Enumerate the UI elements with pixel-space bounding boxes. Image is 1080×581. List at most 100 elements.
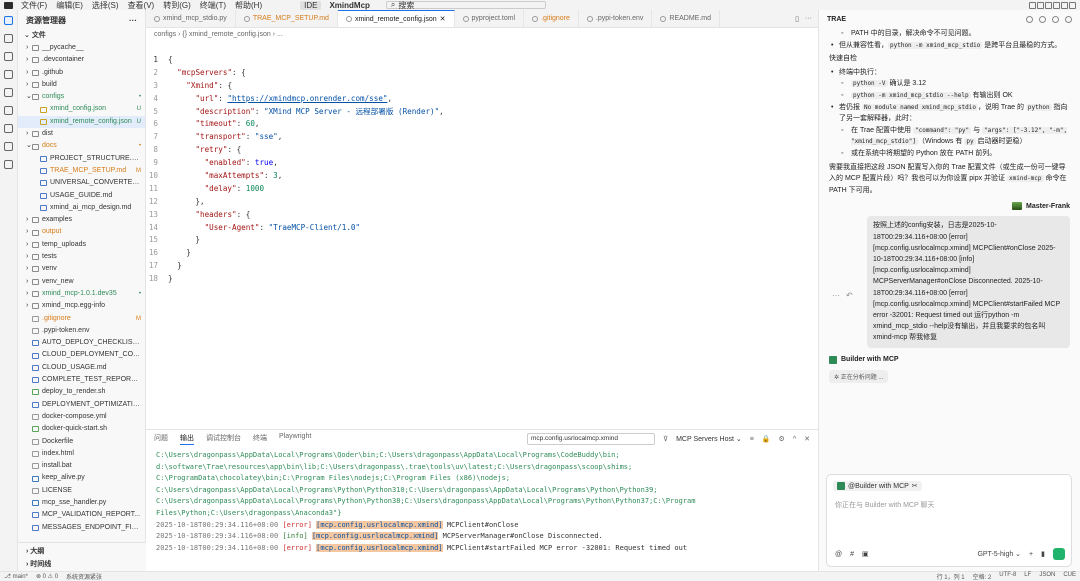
- tree-item[interactable]: docker-quick-start.sh: [18, 423, 145, 435]
- close-tab-icon[interactable]: ✕: [440, 15, 446, 23]
- filter-icon[interactable]: ⊽: [663, 435, 668, 443]
- close-chat-icon[interactable]: [1065, 15, 1072, 23]
- menu-item[interactable]: 编辑(E): [56, 0, 83, 11]
- panel-tab[interactable]: 调试控制台: [206, 433, 241, 445]
- tree-item[interactable]: › .github: [18, 67, 145, 79]
- tree-item[interactable]: .gitignore M: [18, 313, 145, 325]
- output-filter-input[interactable]: mcp.config.usrlocalmcp.xmind: [526, 433, 655, 445]
- tree-item[interactable]: DEPLOYMENT_OPTIMIZATIO...: [18, 399, 145, 411]
- menu-item[interactable]: 文件(F): [21, 0, 47, 11]
- tree-item[interactable]: TRAE_MCP_SETUP.md M: [18, 165, 145, 177]
- settings-icon[interactable]: ⚙: [779, 435, 785, 443]
- new-chat-icon[interactable]: [1026, 15, 1033, 23]
- tree-item[interactable]: MESSAGES_ENDPOINT_FIX...: [18, 522, 145, 534]
- code-editor[interactable]: 1{2 "mcpServers": {3 "Xmind": {4 "url": …: [146, 54, 818, 434]
- close-button[interactable]: [1069, 1, 1076, 9]
- minimize-button[interactable]: [1053, 1, 1060, 9]
- line-ending[interactable]: LF: [1024, 572, 1031, 581]
- extensions-icon[interactable]: [4, 142, 13, 151]
- tree-item[interactable]: xmind_config.json U: [18, 103, 145, 115]
- tree-item[interactable]: mcp_sse_handler.py: [18, 497, 145, 509]
- image-icon[interactable]: ▣: [862, 550, 869, 558]
- mic-icon[interactable]: ▮: [1041, 550, 1045, 558]
- maximize-button[interactable]: [1061, 1, 1068, 9]
- remote-icon[interactable]: [4, 88, 13, 97]
- test-icon[interactable]: [4, 160, 13, 169]
- chat-input[interactable]: 你正在与 Builder with MCP 聊天: [835, 500, 1063, 510]
- close-panel-icon[interactable]: ✕: [804, 435, 810, 443]
- editor-tab[interactable]: .pypi-token.env: [579, 10, 653, 27]
- tree-item[interactable]: xmind_remote_config.json U: [18, 115, 145, 129]
- files-section[interactable]: ⌄ 文件: [18, 30, 145, 42]
- problems-indicator[interactable]: ⊗ 0 ⚠ 0: [36, 573, 58, 580]
- source-control-icon[interactable]: [4, 52, 13, 61]
- tree-item[interactable]: › build: [18, 79, 145, 91]
- editor-tab[interactable]: README.md: [652, 10, 721, 27]
- encoding[interactable]: UTF-8: [999, 572, 1016, 581]
- editor-tab[interactable]: pyproject.toml: [455, 10, 525, 27]
- tree-item[interactable]: › xmind_mcp.egg-info: [18, 300, 145, 312]
- add-icon[interactable]: +: [1029, 551, 1033, 558]
- split-editor-icon[interactable]: ▯: [795, 15, 799, 23]
- panel-tab[interactable]: 终端: [253, 433, 267, 445]
- tree-item[interactable]: LICENSE: [18, 485, 145, 497]
- agent-chip[interactable]: @Builder with MCP ✂: [833, 481, 922, 491]
- tree-item[interactable]: keep_alive.py: [18, 472, 145, 484]
- layout-left-icon[interactable]: [1029, 1, 1036, 9]
- tree-item[interactable]: Dockerfile: [18, 436, 145, 448]
- tree-item[interactable]: ⌄ configs •: [18, 91, 145, 103]
- settings-icon[interactable]: [1052, 15, 1059, 23]
- editor-tab[interactable]: TRAE_MCP_SETUP.md: [236, 10, 338, 27]
- search-bar[interactable]: ⌕ 搜索: [385, 0, 546, 10]
- more-icon[interactable]: ···: [832, 291, 840, 300]
- model-select[interactable]: GPT-5-high ⌄: [977, 550, 1021, 558]
- panel-tab[interactable]: 输出: [180, 433, 194, 445]
- ide-badge[interactable]: IDE: [300, 0, 322, 10]
- tree-item[interactable]: MCP_VALIDATION_REPORT...: [18, 509, 145, 521]
- tree-item[interactable]: deploy_to_render.sh: [18, 386, 145, 398]
- tree-item[interactable]: .pypi-token.env: [18, 325, 145, 337]
- output-source-select[interactable]: MCP Servers Host ⌄: [676, 435, 742, 443]
- ime-indicator[interactable]: CUE: [1063, 572, 1076, 581]
- tree-item[interactable]: › examples: [18, 214, 145, 226]
- language-mode[interactable]: JSON: [1039, 572, 1055, 581]
- layout-right-icon[interactable]: [1045, 1, 1052, 9]
- editor-tab[interactable]: xmind_remote_config.json ✕: [337, 10, 455, 27]
- explorer-icon[interactable]: [4, 16, 13, 25]
- panel-tab[interactable]: 问题: [154, 433, 168, 445]
- mcp-icon[interactable]: [4, 106, 13, 115]
- branch-indicator[interactable]: ⎇ main*: [4, 573, 28, 580]
- undo-icon[interactable]: ↶: [846, 291, 853, 300]
- menu-item[interactable]: 查看(V): [128, 0, 155, 11]
- tree-item[interactable]: PROJECT_STRUCTURE.md: [18, 153, 145, 165]
- tree-item[interactable]: › .devcontainer: [18, 54, 145, 66]
- lock-icon[interactable]: 🔒: [762, 435, 771, 443]
- output-log[interactable]: C:\Users\dragonpass\AppData\Local\Progra…: [146, 448, 818, 556]
- menu-item[interactable]: 帮助(H): [235, 0, 262, 11]
- maximize-panel-icon[interactable]: ^: [793, 436, 796, 443]
- tree-item[interactable]: AUTO_DEPLOY_CHECKLIST.md: [18, 337, 145, 349]
- search-icon[interactable]: [4, 34, 13, 43]
- tree-item[interactable]: › xmind_mcp-1.0.1.dev35 •: [18, 288, 145, 300]
- more-icon[interactable]: ···: [805, 15, 812, 22]
- more-icon[interactable]: ···: [129, 16, 137, 25]
- hashtag-icon[interactable]: #: [850, 551, 854, 558]
- panel-tab[interactable]: Playwright: [279, 433, 311, 445]
- chat-input-box[interactable]: @Builder with MCP ✂ 你正在与 Builder with MC…: [826, 474, 1072, 567]
- tree-item[interactable]: › output: [18, 226, 145, 238]
- breadcrumb[interactable]: configs › {} xmind_remote_config.json › …: [146, 28, 818, 42]
- tree-item[interactable]: install.bat: [18, 460, 145, 472]
- clear-output-icon[interactable]: ≡: [750, 436, 754, 443]
- tree-item[interactable]: UNIVERSAL_CONVERTER_...: [18, 177, 145, 189]
- tree-item[interactable]: ⌄ docs •: [18, 140, 145, 152]
- tree-item[interactable]: index.html: [18, 448, 145, 460]
- menu-item[interactable]: 转到(G): [163, 0, 191, 11]
- editor-tab[interactable]: .gitignore: [524, 10, 579, 27]
- tree-item[interactable]: COMPLETE_TEST_REPORT.md: [18, 374, 145, 386]
- tree-item[interactable]: › tests: [18, 251, 145, 263]
- tree-item[interactable]: CLOUD_DEPLOYMENT_COM...: [18, 349, 145, 361]
- send-button[interactable]: [1053, 548, 1065, 560]
- tree-item[interactable]: › dist: [18, 128, 145, 140]
- outline-header[interactable]: › 大纲: [26, 545, 138, 558]
- tree-item[interactable]: USAGE_GUIDE.md: [18, 190, 145, 202]
